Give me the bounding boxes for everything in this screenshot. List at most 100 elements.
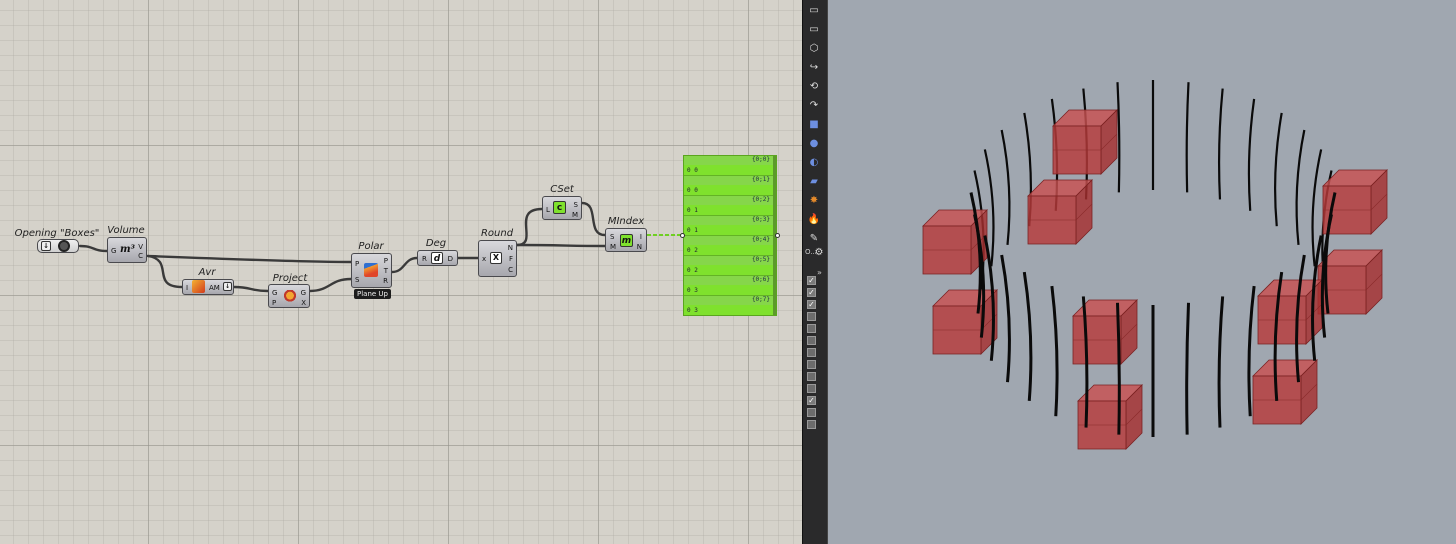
panel-row: {0;4} 0 2 bbox=[684, 236, 776, 256]
polar-input-p: P bbox=[355, 260, 360, 268]
project-input-g: G bbox=[272, 289, 278, 297]
side-toolbar: ▭ ▭ ⬡ ↪ ⟲ ↷ ■ ● ◐ ▰ ✸ 🔥 ✎ ⚙ O... » ✓ ✓ ✓ ✓ bbox=[802, 0, 828, 544]
rebuild-icon[interactable]: ⟲ bbox=[807, 80, 821, 94]
pipe-icon[interactable]: ◐ bbox=[807, 156, 821, 170]
curve-line[interactable] bbox=[1217, 88, 1224, 200]
panel-input-grip[interactable] bbox=[680, 233, 685, 238]
curve-line[interactable] bbox=[1115, 302, 1121, 435]
wire-project-polar bbox=[308, 277, 353, 293]
panel-output-grip[interactable] bbox=[775, 233, 780, 238]
polar-component[interactable]: P S P T R bbox=[351, 253, 392, 288]
mindex-title: MIndex bbox=[607, 216, 645, 227]
curve-line[interactable] bbox=[1274, 112, 1283, 227]
avr-output-am: AM bbox=[209, 284, 220, 292]
layer-checkbox[interactable] bbox=[807, 420, 816, 429]
cset-output-s: S bbox=[573, 201, 578, 209]
curve-line[interactable] bbox=[1185, 82, 1190, 193]
curve-line[interactable] bbox=[1022, 271, 1033, 401]
curve-line[interactable] bbox=[1050, 285, 1059, 417]
arrow-down-icon: ↓ bbox=[41, 241, 51, 251]
explode-icon[interactable]: ✸ bbox=[807, 194, 821, 208]
opening-title: Opening "Boxes" bbox=[14, 228, 100, 239]
mindex-input-m: M bbox=[610, 243, 617, 251]
curve-icon[interactable]: ↪ bbox=[807, 61, 821, 75]
layer-checkbox[interactable] bbox=[807, 348, 816, 357]
panel-row-path: {0;1} bbox=[751, 176, 770, 183]
average-icon bbox=[192, 280, 205, 293]
toolbar-menu[interactable]: O... bbox=[805, 248, 817, 256]
cset-component[interactable]: L c S M bbox=[542, 196, 582, 220]
curve-line[interactable] bbox=[1185, 302, 1191, 435]
project-component[interactable]: G P G X bbox=[268, 284, 310, 308]
layer-checkbox[interactable]: ✓ bbox=[807, 396, 816, 405]
panel-row-path: {0;4} bbox=[751, 236, 770, 243]
layer-checkbox[interactable]: ✓ bbox=[807, 276, 816, 285]
opening-param[interactable]: ↓ bbox=[37, 239, 79, 253]
cset-title: CSet bbox=[550, 184, 574, 195]
wire-avr-project bbox=[232, 285, 270, 293]
project-output-g: G bbox=[300, 289, 306, 297]
wire-cset-mindex bbox=[580, 201, 607, 237]
wire-volume-avr bbox=[146, 254, 184, 289]
curve-line[interactable] bbox=[1217, 296, 1225, 428]
polar-input-s: S bbox=[355, 276, 360, 284]
geometry-icon bbox=[58, 240, 70, 252]
deg-component[interactable]: R d D bbox=[417, 250, 458, 266]
panel-row-path: {0;0} bbox=[751, 156, 770, 163]
curve-line[interactable] bbox=[1247, 98, 1256, 211]
project-input-p: P bbox=[272, 299, 277, 307]
round-component[interactable]: x X N F C bbox=[478, 240, 517, 277]
surface-icon[interactable]: ▰ bbox=[807, 175, 821, 189]
panel-row-value: 0 0 bbox=[687, 187, 698, 194]
fire-icon[interactable]: 🔥 bbox=[807, 213, 821, 227]
box-icon[interactable]: ■ bbox=[807, 118, 821, 132]
sweep-icon[interactable]: ↷ bbox=[807, 99, 821, 113]
degrees-icon: d bbox=[431, 252, 443, 264]
panel-row-path: {0;3} bbox=[751, 216, 770, 223]
polygon-icon[interactable]: ⬡ bbox=[807, 42, 821, 56]
curve-line[interactable] bbox=[1116, 82, 1121, 193]
project-output-x: X bbox=[301, 299, 306, 307]
red-box[interactable] bbox=[1252, 359, 1318, 425]
layer-checkbox[interactable]: ✓ bbox=[807, 288, 816, 297]
red-box[interactable] bbox=[1052, 109, 1118, 175]
paint-icon[interactable]: ✎ bbox=[807, 232, 821, 246]
avr-title: Avr bbox=[198, 267, 216, 278]
layer-checkbox[interactable] bbox=[807, 360, 816, 369]
wire-opening-volume bbox=[78, 244, 109, 253]
panel-row-value: 0 2 bbox=[687, 267, 698, 274]
wire-round-cset bbox=[515, 207, 544, 247]
layer-checkbox[interactable] bbox=[807, 324, 816, 333]
red-box[interactable] bbox=[1072, 299, 1138, 365]
panel-row-path: {0;2} bbox=[751, 196, 770, 203]
wire-polar-deg bbox=[390, 256, 419, 274]
grasshopper-canvas[interactable]: Opening "Boxes" ↓ Volume G m³ V C Avr I … bbox=[0, 0, 802, 544]
rectangle-icon[interactable]: ▭ bbox=[807, 4, 821, 18]
panel-row-value: 0 3 bbox=[687, 287, 698, 294]
member-index-icon: m bbox=[620, 234, 633, 247]
curve-line[interactable] bbox=[1000, 129, 1011, 245]
mindex-component[interactable]: S M m I N bbox=[605, 228, 647, 252]
layer-checkbox[interactable] bbox=[807, 312, 816, 321]
volume-component[interactable]: G m³ V C bbox=[107, 237, 147, 263]
panel-row: {0;5} 0 2 bbox=[684, 256, 776, 276]
sphere-icon[interactable]: ● bbox=[807, 137, 821, 151]
curve-line[interactable] bbox=[1295, 129, 1306, 245]
data-panel[interactable]: {0;0} 0 0 {0;1} 0 0 {0;2} 0 1 {0;3} 0 1 {0;4} 0 2… bbox=[683, 155, 777, 316]
volume-output-v: V bbox=[138, 243, 143, 251]
round-output-c: C bbox=[508, 266, 513, 274]
layer-checkbox[interactable] bbox=[807, 336, 816, 345]
layer-checkbox[interactable] bbox=[807, 408, 816, 417]
red-box[interactable] bbox=[1027, 179, 1093, 245]
red-box[interactable] bbox=[932, 289, 998, 355]
avr-component[interactable]: I AM ↓ bbox=[182, 279, 234, 295]
panel-row: {0;2} 0 1 bbox=[684, 196, 776, 216]
toolbar-more[interactable]: » bbox=[817, 268, 822, 277]
layer-checkbox[interactable]: ✓ bbox=[807, 300, 816, 309]
layer-checkbox[interactable] bbox=[807, 384, 816, 393]
layer-checkbox[interactable] bbox=[807, 372, 816, 381]
rhino-viewport[interactable] bbox=[828, 0, 1456, 544]
curve-line[interactable] bbox=[1000, 254, 1011, 383]
polar-plane-tag: Plane Up bbox=[354, 289, 391, 299]
rectangle-icon[interactable]: ▭ bbox=[807, 23, 821, 37]
